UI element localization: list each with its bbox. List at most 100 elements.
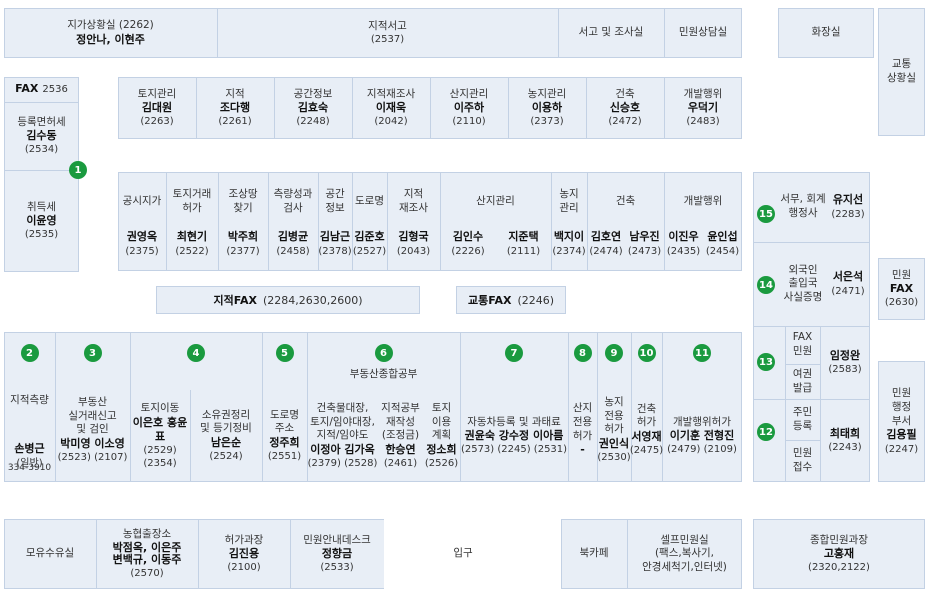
foreigner-entry: 외국인 출입국 사실증명 [783,263,823,303]
staff-name: 김병균 [277,230,309,244]
row3-head: 공시지가 [118,176,166,228]
public-remake: 지적공부 재작성 (조정금) 한승연 (2461) [378,392,423,480]
cell-label: 부동산 실거래신고 및 검인 [68,395,117,436]
badge-9: 9 [605,344,623,362]
row2-cell: 개발행위 우덕기 (2483) [664,77,742,139]
badge-11: 11 [693,344,711,362]
phone-number: (2551) [267,451,302,463]
phone-number: (2377) [226,245,260,257]
phone-number: (2375) [125,245,159,257]
traffic-fax: 교통FAX (2246) [456,286,566,314]
phone-number: (2529) (2354) [143,445,177,470]
row3-staff: 백지이 (2374) [551,226,587,262]
staff-name: 윤인섭 [707,230,738,244]
cell-label: 산지관리 [476,195,515,208]
permit-chief: 허가과장 김진용 (2100) [224,533,264,574]
cell-label: 건축물대장, 토지/임야대장, 지적/임야도 [310,401,375,442]
row3-staff: 권영옥 (2375) [118,226,166,262]
badge-3: 3 [83,344,102,362]
row3-staff: 김병균 (2458) [268,226,318,262]
civil-reception: 민원 접수 [792,447,813,473]
staff-name: 김대원 [141,101,173,115]
cell-label: 지적재조사 [366,87,416,100]
staff-name: 이은호 홍윤표 [132,415,188,443]
staff-name: 김호연 [590,230,622,244]
badge-7: 7 [505,344,523,362]
cell-label: 측량성과 검사 [273,188,313,214]
row3-head: 측량성과 검사 [268,176,318,228]
nursing-room: 모유수유실 [25,547,75,560]
phone-number: (2435) [666,245,701,257]
staff-name: 김준호 [354,230,385,244]
mountain-cell: 산지 전용 허가 - [568,380,597,480]
cell-label: 건축 [615,195,636,208]
staff-name: 정주희 [269,435,300,449]
staff-name: 이진우 [668,230,699,244]
dev-cell: 개발행위허가 이기훈 전형진 (2479) (2109) [662,392,742,480]
phone-number: (2523) (2107) [57,452,128,464]
phone-number: (2261) [218,116,252,128]
row3-head: 지적 재조사 [387,176,440,228]
cell-label: 산지 전용 허가 [572,402,593,442]
row3-staff: 지준택 (2111) [496,226,551,262]
road-cell: 도로명 주소 정주희 (2551) [262,392,307,480]
cell-label: 도로명 [355,195,384,208]
cell-label: 소유권정리 및 등기정비 [200,408,252,435]
staff-name: 이용하 [531,101,563,115]
phone-number: (2461) [383,458,418,470]
staff-name: 지준택 [508,230,539,244]
phone-number: (2043) [396,245,431,257]
staff-name: 서영재 [631,429,662,443]
cell-label: 조상땅 찾기 [228,188,258,214]
phone-number: (2475) [629,445,664,457]
phone-number: (2526) [424,458,459,470]
row3-head: 도로명 [352,176,387,228]
phone-number: (2483) [686,116,720,128]
realty-cell: 부동산 실거래신고 및 검인 박미영 이소영 (2523) (2107) [55,380,130,480]
phone-number: (2248) [296,116,330,128]
land-price-room: 지가상황실 (2262) 정안나, 이현주 [67,19,154,46]
row2-cell: 농지관리 이용하 (2373) [508,77,586,139]
badge-4: 4 [187,344,205,362]
cell-label: 개발행위허가 [673,415,731,428]
phone-number: (2379) (2528) [307,458,378,470]
row3-staff: 김호연 (2474) [587,226,625,262]
phone-number: (2454) [705,245,740,257]
row3-head: 농지 관리 [551,176,587,228]
row3-staff: 김인수 (2226) [440,226,496,262]
staff-name: 권윤숙 강수정 이아름 [464,429,564,443]
cell-label: 토지 이용 계획 [431,401,452,442]
cell-label: 농지 전용 허가 [604,395,624,436]
badge-5: 5 [275,344,294,362]
staff-name: 김인수 [452,230,484,244]
entrance: 입구 [384,519,542,589]
public-plan: 토지 이용 계획 정소희 (2526) [423,392,460,480]
staff-name: 손병근 [14,442,45,456]
cell-label: 공시지가 [122,195,162,208]
nonghyup-branch: 농협출장소 박점옥, 이은주 변백규, 이동주 (2570) [112,528,182,579]
staff-name: 조다행 [219,101,251,115]
cell-label: 농지관리 [527,87,567,100]
phone-number: (2522) [175,245,209,257]
staff-name: 권인식 [598,436,630,450]
staff-name: 남은순 [210,435,242,449]
civil-admin-dept: 민원 행정 부서 김용필 (2247) [878,361,925,482]
archive-survey-room: 서고 및 조사실 [578,26,644,39]
row3-head: 개발행위 [664,176,742,228]
info-desk: 민원안내데스크 정향금 (2533) [303,533,371,574]
badge-13: 13 [757,353,775,371]
cadastral-archive: 지적서고 (2537) [368,19,407,46]
row2-cell: 토지관리 김대원 (2263) [118,77,196,139]
cell-label: 토지이동 [140,401,180,414]
resident-staff: 최태희 (2243) [828,426,862,454]
phone-number: (2226) [451,245,485,257]
cell-label: 지적 재조사 [399,188,428,214]
book-cafe: 북카페 [579,547,609,560]
staff-name: 이주하 [453,101,485,115]
cell-label: 공간정보 [293,87,333,100]
phone-number: (2472) [608,116,642,128]
cell-label: 개발행위 [683,87,723,100]
staff-name: 권영옥 [126,230,158,244]
badge-12: 12 [757,423,775,441]
passport-staff: 임정완 (2583) [828,348,862,376]
